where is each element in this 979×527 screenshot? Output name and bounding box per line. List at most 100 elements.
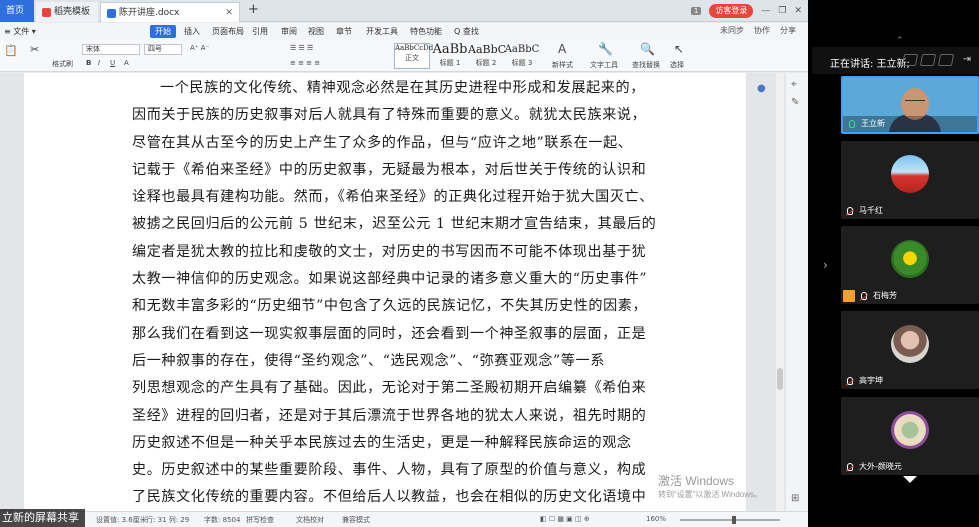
align-icons[interactable]: ≡ ≡ ≡ ≡ <box>290 59 320 67</box>
tab-template-label: 稻壳模板 <box>54 7 91 17</box>
tab-home-label: 首页 <box>6 6 25 16</box>
font-size-value: 四号 <box>148 45 162 53</box>
sync-status[interactable]: 未同步 <box>720 25 744 36</box>
style-heading1[interactable]: AaBb 标题 1 <box>432 43 468 69</box>
text-tools-icon[interactable]: 🔧 <box>598 42 613 56</box>
mic-on-icon <box>849 120 855 128</box>
cut-icon[interactable]: ✂ <box>30 43 39 56</box>
close-icon[interactable]: ✕ <box>794 6 802 16</box>
share-button[interactable]: 分享 <box>780 25 796 36</box>
minimize-icon[interactable]: — <box>761 6 770 16</box>
maximize-icon[interactable]: ❐ <box>778 6 786 16</box>
italic-button[interactable]: I <box>98 59 100 67</box>
count-badge: 1 <box>690 7 702 15</box>
layout-icons: ⇥ <box>901 54 971 66</box>
text-tools-button[interactable]: 文字工具 <box>590 60 618 70</box>
style-heading1-sample: AaBb <box>432 42 468 57</box>
view-mode-icons[interactable]: ◧ ☐ ▦ ▣ ◫ ⊕ <box>540 515 590 523</box>
speaking-text: 正在讲话: 王立新; <box>830 59 910 70</box>
speaking-indicator: 正在讲话: 王立新; ⇥ <box>812 47 979 74</box>
vertical-scrollbar[interactable] <box>776 73 784 511</box>
status-compat-mode: 兼容模式 <box>342 516 370 524</box>
doc-line: 了民族文化传统的重要内容。不但给后人以教益，也会在相似的历史文化语境中 <box>132 489 647 506</box>
doc-line: 被掳之民回归后的公元前 5 世纪末，迟至公元 1 世纪末期才宣告结束，其最后的 <box>132 216 657 233</box>
layout-icon[interactable] <box>919 54 936 66</box>
grow-font-icon[interactable]: A⁺ A⁻ <box>190 44 209 52</box>
zoom-slider-knob[interactable] <box>732 516 736 524</box>
select-button[interactable]: 选择 <box>670 60 684 70</box>
format-painter-button[interactable]: 格式刷 <box>52 59 73 69</box>
document-page[interactable]: 一个民族的文化传统、精神观念必然是在其历史进程中形成和发展起来的， 因而关于民族… <box>24 73 746 511</box>
menu-start[interactable]: 开始 <box>150 25 176 38</box>
new-style-button[interactable]: 新样式 <box>552 60 573 70</box>
scrollbar-thumb[interactable] <box>777 368 783 390</box>
menu-chapter[interactable]: 章节 <box>336 25 352 38</box>
menu-review[interactable]: 审阅 <box>281 25 297 38</box>
new-style-icon[interactable]: A <box>558 42 566 56</box>
style-normal[interactable]: AaBbCcDd 正文 <box>394 43 433 69</box>
participant-name: 马千红 <box>859 206 883 215</box>
participant-tile[interactable]: 王立新 <box>841 76 979 134</box>
visitor-login-button[interactable]: 访客登录 <box>709 4 754 18</box>
menu-insert[interactable]: 插入 <box>184 25 200 38</box>
status-spell-check[interactable]: 拼写检查 <box>246 515 274 525</box>
font-color-button[interactable]: A <box>124 59 129 67</box>
tab-home[interactable]: 首页 <box>0 0 34 22</box>
status-position: 设置值: 3.6厘米 <box>96 516 147 524</box>
style-heading2[interactable]: AaBbC 标题 2 <box>468 43 506 69</box>
font-size-select[interactable]: 四号 <box>144 44 182 55</box>
location-icon[interactable]: ● <box>757 83 766 94</box>
status-proofread[interactable]: 文档校对 <box>296 515 324 525</box>
menu-developer[interactable]: 开发工具 <box>366 25 398 38</box>
menu-search[interactable]: Q 查找 <box>454 25 479 38</box>
font-family-select[interactable]: 宋体 <box>82 44 140 55</box>
doc-line: 编定者是犹太教的拉比和虔敬的文士，对历史的书写因而不可能不体现出基于犹 <box>132 243 647 260</box>
new-tab-button[interactable]: + <box>248 2 259 17</box>
status-row-col: 行: 31 列: 29 <box>146 516 190 524</box>
document-body[interactable]: 一个民族的文化传统、精神观念必然是在其历史进程中形成和发展起来的， 因而关于民族… <box>132 75 660 511</box>
zoom-slider[interactable] <box>680 516 780 524</box>
avatar <box>891 325 929 363</box>
layout-icon[interactable] <box>937 54 954 66</box>
participant-tile[interactable]: 高宇坤 <box>841 311 979 389</box>
bold-button[interactable]: B <box>86 59 91 67</box>
style-heading3-label: 标题 3 <box>511 59 533 67</box>
scroll-down-icon[interactable] <box>903 476 917 483</box>
tab-document[interactable]: 陈开讲座.docx ✕ <box>100 2 240 22</box>
document-area: 一个民族的文化传统、精神观念必然是在其历史进程中形成和发展起来的， 因而关于民族… <box>0 73 808 511</box>
underline-button[interactable]: U <box>110 59 115 67</box>
select-icon[interactable]: ↖ <box>674 42 684 56</box>
scroll-up-icon[interactable]: ⌃ <box>896 36 904 46</box>
zoom-level[interactable]: 160% <box>646 515 666 523</box>
word-doc-icon <box>107 9 116 18</box>
find-replace-button[interactable]: 查找替换 <box>632 60 660 70</box>
menu-file[interactable]: ≡ 文件 ▾ <box>4 25 36 38</box>
status-bar: 设置值: 3.6厘米 行: 31 列: 29 字数: 8504 拼写检查 文档校… <box>0 511 808 527</box>
participant-tile[interactable]: 马千红 <box>841 141 979 219</box>
collapse-panel-icon[interactable]: › <box>823 258 828 272</box>
list-icon[interactable]: ☰ ☰ ☰ <box>290 44 313 52</box>
glasses <box>905 100 925 104</box>
participant-tile[interactable]: 石梅芳 <box>841 226 979 304</box>
exit-icon[interactable]: ⇥ <box>963 54 971 66</box>
pen-icon[interactable]: ✎ <box>791 97 799 108</box>
menu-references[interactable]: 引用 <box>252 25 268 38</box>
find-replace-icon[interactable]: 🔍 <box>640 42 655 56</box>
grid-icon[interactable]: ⊞ <box>791 493 799 504</box>
tab-bar: 首页 稻壳模板 陈开讲座.docx ✕ + 1 访客登录 — ❐ ✕ <box>0 0 808 22</box>
menu-view[interactable]: 视图 <box>308 25 324 38</box>
status-word-count[interactable]: 字数: 8504 <box>204 515 240 525</box>
style-heading3[interactable]: AaBbC 标题 3 <box>504 43 540 69</box>
layout-icon[interactable] <box>901 54 918 66</box>
watermark-title: 激活 Windows <box>658 474 735 488</box>
paste-icon[interactable]: 📋 <box>4 44 18 57</box>
pin-icon[interactable]: ⌖ <box>791 79 797 90</box>
close-tab-icon[interactable]: ✕ <box>225 3 233 23</box>
doc-line: 诠释也最具有建构功能。然而，《希伯来圣经》的正典化过程开始于犹大国灭亡、 <box>132 189 654 206</box>
tab-template[interactable]: 稻壳模板 <box>36 2 98 22</box>
participant-tile[interactable]: 大外-颜晓元 <box>841 397 979 475</box>
menu-page-layout[interactable]: 页面布局 <box>212 25 244 38</box>
font-family-value: 宋体 <box>86 45 100 53</box>
menu-features[interactable]: 特色功能 <box>410 25 442 38</box>
collab-button[interactable]: 协作 <box>754 25 770 36</box>
